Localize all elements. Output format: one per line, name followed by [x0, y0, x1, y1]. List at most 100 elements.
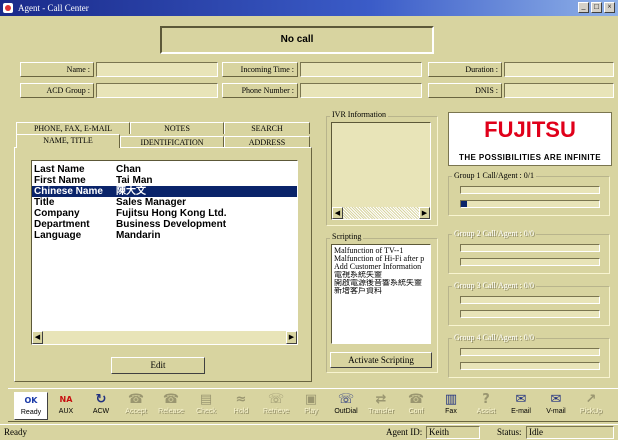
assist-button[interactable]: ? Assist — [469, 392, 503, 420]
phone-accept-icon: ☎ — [127, 392, 145, 407]
accept-button[interactable]: ☎ Accept — [119, 392, 153, 420]
call-group-bar — [460, 244, 600, 252]
outdial-button[interactable]: ☏ OutDial — [329, 392, 363, 420]
scroll-left-arrow[interactable]: ◀ — [32, 331, 43, 344]
edit-button[interactable]: Edit — [111, 357, 205, 374]
script-item[interactable]: Malfunction of TV--1 — [334, 247, 428, 255]
email-button[interactable]: ✉ E-mail — [504, 392, 538, 420]
ivr-scroll-right[interactable]: ▶ — [419, 207, 430, 219]
dnis-label: DNIS : — [428, 83, 502, 98]
script-item[interactable]: 新增客戶資料 — [334, 287, 428, 295]
maximize-button[interactable]: □ — [591, 2, 602, 13]
ivr-list[interactable] — [331, 122, 431, 220]
close-button[interactable]: × — [604, 2, 615, 13]
contact-row-value: Fujitsu Hong Kong Ltd. — [116, 208, 227, 219]
ivr-scrollbar[interactable]: ◀ ▶ — [332, 207, 430, 219]
status-label: Status: — [497, 427, 522, 437]
tab-phone-fax-email[interactable]: PHONE, FAX, E-MAIL — [16, 122, 130, 134]
script-item[interactable]: 電視系統失靈 — [334, 271, 428, 279]
release-button[interactable]: ☎ Release — [154, 392, 188, 420]
call-group-bar — [460, 348, 600, 356]
accept-label: Accept — [125, 408, 147, 415]
conference-icon: ☎ — [407, 392, 425, 407]
script-item[interactable]: Add Customer Information — [334, 263, 428, 271]
check-label: Check — [196, 408, 216, 415]
contact-row-value: Chan — [116, 164, 141, 175]
call-group-title: Group 4 Call/Agent : 0/0 — [452, 333, 536, 343]
transfer-icon: ⇄ — [375, 392, 387, 407]
assist-label: Assist — [476, 408, 496, 415]
ivr-scroll-left[interactable]: ◀ — [332, 207, 343, 219]
vmail-button[interactable]: ✉ V-mail — [539, 392, 573, 420]
hold-icon: ≈ — [235, 392, 247, 407]
agent-id-value: Keith — [426, 426, 480, 439]
tab-notes[interactable]: NOTES — [130, 122, 224, 134]
scripting-list[interactable]: Malfunction of TV--1 Malfunction of Hi-Fi… — [331, 244, 431, 344]
scroll-right-arrow[interactable]: ▶ — [286, 331, 297, 344]
contact-row-value: 陳大文 — [116, 186, 146, 197]
contact-row-value: Tai Man — [116, 175, 153, 186]
pickup-icon: ↗ — [585, 392, 597, 407]
call-group-bar — [460, 200, 600, 208]
status-ready-text: Ready — [4, 427, 27, 437]
script-item[interactable]: 開啟電源後音響系統失靈 — [334, 279, 428, 287]
duration-label: Duration : — [428, 62, 502, 77]
contact-row[interactable]: First Name Tai Man — [32, 175, 297, 186]
conf-button[interactable]: ☎ Conf — [399, 392, 433, 420]
duration-field — [504, 62, 614, 77]
transfer-button[interactable]: ⇄ Transfer — [364, 392, 398, 420]
ready-button[interactable]: OK Ready — [14, 392, 48, 420]
call-group-box — [448, 286, 610, 326]
tab-name-title[interactable]: NAME, TITLE — [16, 134, 120, 148]
call-group-title: Group 2 Call/Agent : 0/0 — [452, 229, 536, 239]
scripting-title: Scripting — [330, 232, 364, 242]
tab-search[interactable]: SEARCH — [224, 122, 310, 134]
call-group-bar — [460, 310, 600, 318]
fax-icon: ▥ — [444, 392, 458, 407]
phone-release-icon: ☎ — [162, 392, 180, 407]
contact-row[interactable]: Title Sales Manager — [32, 197, 297, 208]
pickup-button[interactable]: ↗ PickUp — [574, 392, 608, 420]
fax-label: Fax — [445, 408, 457, 415]
contact-row-key: Last Name — [34, 164, 85, 175]
window-title: Agent - Call Center — [18, 3, 89, 13]
play-icon: ▣ — [304, 392, 318, 407]
contact-row-key: Company — [34, 208, 80, 219]
fujitsu-logo: FUJITSU THE POSSIBILITIES ARE INFINITE — [448, 112, 612, 166]
contact-row[interactable]: Department Business Development — [32, 219, 297, 230]
name-field — [96, 62, 218, 77]
phone-number-label: Phone Number : — [222, 83, 298, 98]
contact-row[interactable]: Company Fujitsu Hong Kong Ltd. — [32, 208, 297, 219]
contact-row[interactable]: Last Name Chan — [32, 164, 297, 175]
script-item[interactable]: Malfunction of Hi-Fi after p — [334, 255, 428, 263]
contact-scrollbar[interactable]: ◀ ▶ — [32, 331, 297, 344]
dnis-field — [504, 83, 614, 98]
acw-button[interactable]: ↻ ACW — [84, 392, 118, 420]
fax-button[interactable]: ▥ Fax — [434, 392, 468, 420]
logo-brand: FUJITSU — [484, 117, 576, 142]
check-icon: ▤ — [199, 392, 213, 407]
activate-scripting-button[interactable]: Activate Scripting — [330, 352, 432, 368]
na-icon: NA — [59, 395, 73, 404]
contact-row-value: Sales Manager — [116, 197, 187, 208]
retrieve-icon: ☏ — [267, 392, 285, 407]
contact-row-value: Mandarin — [116, 230, 161, 241]
call-status-display: No call — [160, 26, 434, 54]
minimize-button[interactable]: _ — [578, 2, 589, 13]
status-bar: Ready Agent ID: Keith Status: Idle — [0, 424, 618, 440]
play-button[interactable]: ▣ Play — [294, 392, 328, 420]
acd-group-field — [96, 83, 218, 98]
hold-button[interactable]: ≈ Hold — [224, 392, 258, 420]
contact-row[interactable]: Language Mandarin — [32, 230, 297, 241]
contact-list[interactable]: Last Name Chan First Name Tai Man Chinese Na… — [31, 160, 298, 345]
aux-button[interactable]: NA AUX — [49, 392, 83, 420]
agent-id-label: Agent ID: — [386, 427, 423, 437]
contact-row-key: Chinese Name — [34, 186, 103, 197]
check-button[interactable]: ▤ Check — [189, 392, 223, 420]
retrieve-button[interactable]: ☏ Retrieve — [259, 392, 293, 420]
app-icon — [3, 3, 13, 13]
acw-icon: ↻ — [95, 392, 107, 407]
contact-row-key: First Name — [34, 175, 86, 186]
contact-row-key: Department — [34, 219, 90, 230]
contact-row[interactable]: Chinese Name 陳大文 — [32, 186, 297, 197]
